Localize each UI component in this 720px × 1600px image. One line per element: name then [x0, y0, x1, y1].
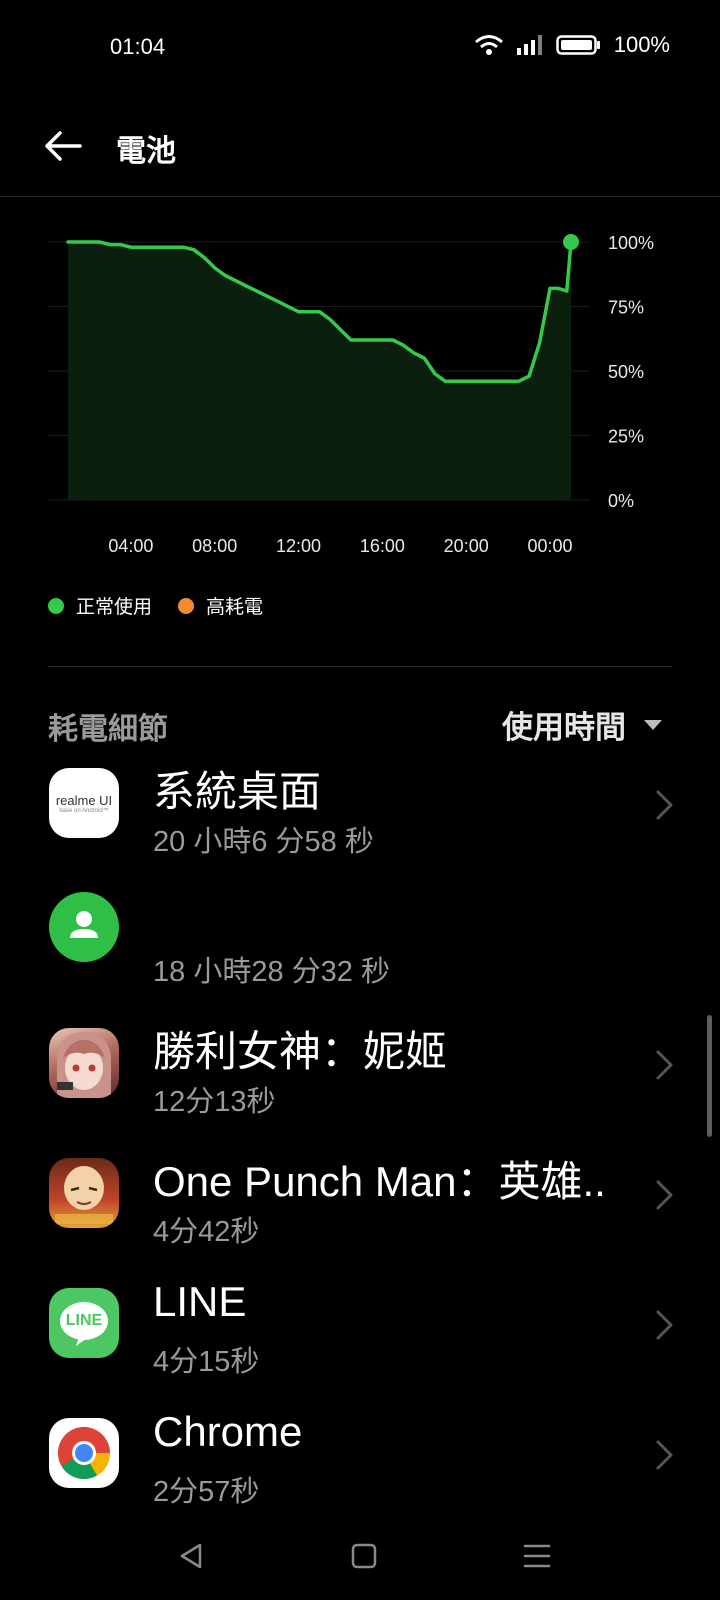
- triangle-back-icon: [180, 1543, 202, 1569]
- y-tick-label: 0%: [608, 491, 634, 511]
- menu-lines-icon: [523, 1544, 551, 1568]
- wifi-icon: [474, 35, 503, 55]
- battery-icon: [555, 35, 600, 55]
- app-usage-time: 12分13秒: [153, 1086, 276, 1118]
- legend-high-dot: [178, 597, 195, 614]
- back-button[interactable]: [38, 120, 90, 172]
- bald-hero-icon: [55, 1166, 113, 1224]
- battery-current-point: [563, 234, 579, 250]
- app-usage-time: 4分42秒: [153, 1216, 260, 1248]
- status-icons: 100%: [474, 32, 670, 58]
- nav-recents-button[interactable]: [520, 1540, 554, 1572]
- app-name: Chrome: [153, 1408, 303, 1455]
- realme-icon-text: realme UI: [55, 792, 113, 808]
- y-tick-label: 25%: [608, 427, 644, 447]
- legend-normal-label: 正常使用: [76, 596, 153, 618]
- app-name: 系統桌面: [153, 768, 322, 815]
- chevron-right-icon: [656, 790, 673, 820]
- app-usage-time: 4分15秒: [153, 1346, 260, 1378]
- chevron-right-icon: [656, 1440, 673, 1470]
- page-title: 電池: [116, 134, 176, 169]
- x-tick-label: 12:00: [276, 536, 321, 556]
- app-row-onepunchman[interactable]: One Punch Man：英雄.. 4分42秒: [0, 1130, 720, 1260]
- realme-icon-subtext: base on Android™: [59, 807, 109, 814]
- legend-high-label: 高耗電: [206, 596, 264, 618]
- app-usage-time: 18 小時28 分32 秒: [153, 956, 390, 988]
- x-tick-label: 04:00: [108, 536, 153, 556]
- line-icon-text: LINE: [65, 1312, 103, 1329]
- nikke-game-icon: [49, 1028, 119, 1098]
- x-tick-label: 08:00: [192, 536, 237, 556]
- y-tick-label: 100%: [608, 233, 654, 253]
- nav-home-button[interactable]: [348, 1540, 380, 1572]
- anime-portrait-icon: [57, 1032, 111, 1098]
- app-usage-time: 2分57秒: [153, 1476, 260, 1508]
- arrow-left-icon: [45, 131, 82, 161]
- x-tick-label: 00:00: [528, 536, 573, 556]
- signal-icon: [516, 35, 542, 55]
- app-row-line[interactable]: LINE LINE 4分15秒: [0, 1260, 720, 1390]
- app-name: One Punch Man：英雄..: [153, 1158, 606, 1205]
- person-icon: [70, 911, 98, 938]
- app-row-chrome[interactable]: Chrome 2分57秒: [0, 1390, 720, 1520]
- legend-normal: 正常使用: [48, 592, 152, 619]
- nav-back-button[interactable]: [176, 1540, 208, 1572]
- app-name: LINE: [153, 1278, 247, 1325]
- x-tick-label: 16:00: [360, 536, 405, 556]
- square-home-icon: [351, 1543, 377, 1569]
- status-time: 01:04: [110, 34, 166, 59]
- legend-normal-dot: [48, 597, 64, 614]
- app-row-nikke[interactable]: 勝利女神：妮姬 12分13秒: [0, 1000, 720, 1130]
- legend-high: 高耗電: [178, 592, 263, 619]
- header-divider: [0, 196, 720, 197]
- app-row-launcher[interactable]: realme UI base on Android™ 系統桌面 20 小時6 分…: [0, 740, 720, 870]
- realme-launcher-icon: realme UI base on Android™: [49, 768, 119, 838]
- chrome-icon: [49, 1418, 119, 1488]
- caret-down-icon: [644, 719, 662, 730]
- chevron-right-icon: [656, 1050, 673, 1080]
- app-usage-time: 20 小時6 分58 秒: [153, 826, 374, 858]
- contact-icon: [49, 892, 119, 962]
- section-divider: [48, 666, 672, 667]
- y-tick-label: 50%: [608, 362, 644, 382]
- app-name: 勝利女神：妮姬: [153, 1028, 448, 1075]
- chrome-logo-icon: [58, 1427, 110, 1479]
- battery-chart: 100% 75% 50% 25% 0% 04:00 08:00 12:00 16:00 20:0…: [48, 233, 654, 556]
- one-punch-man-game-icon: [49, 1158, 119, 1228]
- scrollbar[interactable]: [707, 1015, 712, 1137]
- battery-percent: 100%: [613, 32, 670, 57]
- app-row-contacts[interactable]: 18 小時28 分32 秒: [0, 870, 720, 1000]
- chevron-right-icon: [656, 1180, 673, 1210]
- y-tick-label: 75%: [608, 298, 644, 318]
- x-tick-label: 20:00: [444, 536, 489, 556]
- chart-legend: 正常使用 高耗電: [48, 592, 263, 619]
- line-app-icon: LINE: [49, 1288, 119, 1358]
- chevron-right-icon: [656, 1310, 673, 1340]
